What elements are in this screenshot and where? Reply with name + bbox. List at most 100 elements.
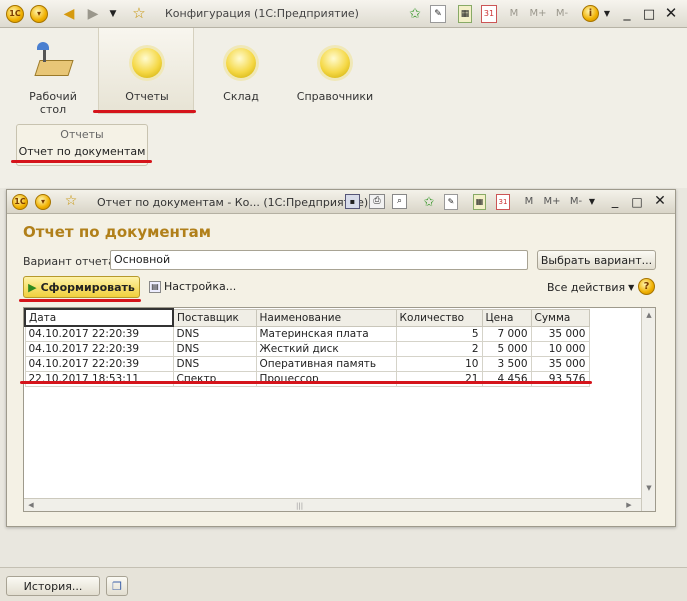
cell-date[interactable]: 04.10.2017 22:20:39 <box>24 340 174 357</box>
forward-icon[interactable]: ▶ <box>84 5 102 23</box>
calendar-icon[interactable]: 31 <box>496 194 510 210</box>
logo-1c-icon[interactable]: 1С <box>12 194 28 210</box>
report-heading: Отчет по документам <box>23 223 211 241</box>
table-row[interactable]: 04.10.2017 22:20:39 DNS Материнская плат… <box>24 325 590 342</box>
help-icon[interactable]: ? <box>638 278 655 295</box>
window-title: Конфигурация (1С:Предприятие) <box>165 7 359 20</box>
column-header-name[interactable]: Наименование <box>255 308 397 327</box>
highlight-reports <box>93 110 196 113</box>
cell-supplier[interactable]: DNS <box>172 355 257 372</box>
cell-supplier[interactable]: DNS <box>172 325 257 342</box>
maximize-icon[interactable]: □ <box>640 5 658 23</box>
settings-icon: ▤ <box>149 280 161 293</box>
close-icon[interactable]: ✕ <box>652 193 668 209</box>
table-row[interactable]: 04.10.2017 22:20:39 DNS Оперативная памя… <box>24 355 590 372</box>
save-icon[interactable]: ▪ <box>345 194 360 209</box>
scroll-up-icon[interactable]: ▲ <box>643 310 655 320</box>
scroll-left-icon[interactable]: ◀ <box>26 500 36 510</box>
section-desktop-label-line2: стол <box>39 103 67 116</box>
horizontal-scrollbar[interactable]: ◀ ||| ▶ <box>24 498 641 511</box>
reports-orb-icon <box>132 48 162 78</box>
minimize-icon[interactable]: _ <box>618 4 636 22</box>
table-header-row: Дата Поставщик Наименование Количество Ц… <box>24 308 590 327</box>
close-icon[interactable]: ✕ <box>662 4 680 22</box>
print-icon[interactable]: ⎙ <box>369 194 385 209</box>
scroll-thumb[interactable]: ||| <box>296 502 304 510</box>
column-header-sum[interactable]: Сумма <box>530 308 590 327</box>
cell-date[interactable]: 04.10.2017 22:20:39 <box>24 325 174 342</box>
logo-1c-icon[interactable]: 1С <box>6 5 24 23</box>
report-window-titlebar: 1С ▾ ☆ Отчет по документам - Ко... (1С:П… <box>7 190 675 214</box>
subpanel-item-report-by-documents[interactable]: Отчет по документам <box>17 145 147 158</box>
windows-icon[interactable]: ❐ <box>106 576 128 596</box>
generate-button-label: Сформировать <box>40 280 135 294</box>
cell-quantity[interactable]: 5 <box>395 325 483 342</box>
window-menu-icon[interactable]: ▾ <box>35 194 51 210</box>
cell-date[interactable]: 04.10.2017 22:20:39 <box>24 355 174 372</box>
memory-m-icon[interactable]: M <box>523 195 535 209</box>
section-catalogs[interactable]: Справочники <box>290 48 380 103</box>
column-header-supplier[interactable]: Поставщик <box>172 308 257 327</box>
warehouse-orb-icon <box>226 48 256 78</box>
info-menu-icon[interactable]: ▼ <box>602 7 612 21</box>
history-icon[interactable]: ✎ <box>430 5 446 23</box>
variant-field[interactable]: Основной <box>110 250 528 270</box>
cell-price[interactable]: 7 000 <box>481 325 532 342</box>
settings-label: Настройка... <box>164 280 237 293</box>
minimize-icon[interactable]: _ <box>607 193 623 209</box>
cell-sum[interactable]: 35 000 <box>530 355 590 372</box>
memory-plus-icon[interactable]: M+ <box>528 7 548 21</box>
section-desktop[interactable]: Рабочий стол <box>8 42 98 116</box>
memory-plus-icon[interactable]: M+ <box>542 195 562 209</box>
cell-price[interactable]: 3 500 <box>481 355 532 372</box>
catalogs-orb-icon <box>320 48 350 78</box>
all-actions-menu[interactable]: Все действия ▼ <box>547 281 634 294</box>
main-titlebar: 1С ▾ ◀ ▶ ▼ ☆ Конфигурация (1С:Предприяти… <box>0 0 687 28</box>
memory-minus-icon[interactable]: M- <box>566 195 586 209</box>
section-warehouse-label: Склад <box>223 90 259 103</box>
section-reports[interactable]: Отчеты <box>102 48 192 103</box>
cell-name[interactable]: Жесткий диск <box>255 340 397 357</box>
choose-variant-button[interactable]: Выбрать вариант... <box>537 250 656 270</box>
column-header-date[interactable]: Дата <box>24 308 174 327</box>
cell-sum[interactable]: 10 000 <box>530 340 590 357</box>
play-icon: ▶ <box>28 280 37 294</box>
maximize-icon[interactable]: □ <box>629 194 645 210</box>
scroll-right-icon[interactable]: ▶ <box>624 500 634 510</box>
star-icon[interactable]: ☆ <box>130 4 148 22</box>
status-bar: История... ❐ <box>0 567 687 601</box>
vertical-scrollbar[interactable]: ▲ ▼ <box>641 308 655 511</box>
column-header-quantity[interactable]: Количество <box>395 308 483 327</box>
favorites-add-icon[interactable]: ✩ <box>421 194 437 210</box>
section-warehouse[interactable]: Склад <box>196 48 286 103</box>
history-icon[interactable]: ✎ <box>444 194 458 210</box>
cell-quantity[interactable]: 10 <box>395 355 483 372</box>
menu-down-icon[interactable]: ▼ <box>106 5 120 23</box>
calculator-icon[interactable]: ▦ <box>458 5 472 23</box>
cell-price[interactable]: 5 000 <box>481 340 532 357</box>
favorites-add-icon[interactable]: ✩ <box>406 5 424 23</box>
preview-icon[interactable]: ⌕ <box>392 194 407 209</box>
generate-button[interactable]: ▶ Сформировать <box>23 276 140 298</box>
memory-m-icon[interactable]: M <box>508 7 520 21</box>
memory-menu-icon[interactable]: ▼ <box>587 196 597 208</box>
column-header-price[interactable]: Цена <box>481 308 532 327</box>
cell-sum[interactable]: 35 000 <box>530 325 590 342</box>
cell-supplier[interactable]: DNS <box>172 340 257 357</box>
info-icon[interactable]: i <box>582 5 599 22</box>
calendar-icon[interactable]: 31 <box>481 5 497 23</box>
settings-button[interactable]: ▤ Настройка... <box>149 280 236 293</box>
back-icon[interactable]: ◀ <box>60 5 78 23</box>
table-row[interactable]: 04.10.2017 22:20:39 DNS Жесткий диск 2 5… <box>24 340 590 357</box>
scroll-down-icon[interactable]: ▼ <box>643 483 655 493</box>
cell-name[interactable]: Материнская плата <box>255 325 397 342</box>
star-icon[interactable]: ☆ <box>63 193 79 209</box>
calculator-icon[interactable]: ▦ <box>473 194 486 210</box>
history-button[interactable]: История... <box>6 576 100 596</box>
memory-minus-icon[interactable]: M- <box>552 7 572 21</box>
main-menu-icon[interactable]: ▾ <box>30 5 48 23</box>
cell-quantity[interactable]: 2 <box>395 340 483 357</box>
cell-name[interactable]: Оперативная память <box>255 355 397 372</box>
variant-label: Вариант отчета: <box>23 255 119 268</box>
all-actions-label: Все действия <box>547 281 626 294</box>
